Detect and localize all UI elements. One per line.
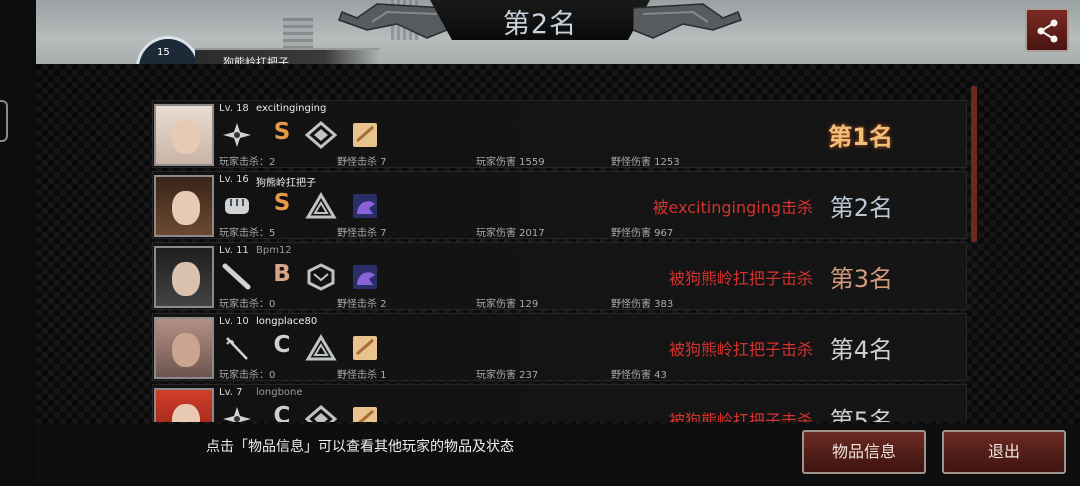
monster-kills: 野怪击杀 7: [337, 157, 387, 168]
player-kills: 玩家击杀：2: [219, 157, 276, 168]
shuriken-icon: [221, 405, 253, 422]
killed-by-text: 被狗熊岭扛把子击杀: [668, 340, 813, 359]
rank-label: 第3名: [829, 265, 893, 293]
player-level: Lv. 16: [219, 174, 249, 185]
monster-damage: 野怪伤害 383: [611, 299, 674, 310]
item-info-button[interactable]: 物品信息: [802, 430, 926, 474]
player-level: Lv. 10: [219, 316, 249, 327]
player-portrait: [154, 246, 214, 308]
player-level: Lv. 11: [219, 245, 249, 256]
killed-by-text: 被狗熊岭扛把子击杀: [668, 411, 813, 422]
gun-wing-right-icon: [632, 0, 743, 48]
share-icon: [1037, 19, 1058, 43]
emblem-triangle-icon: [305, 192, 337, 220]
player-level: Lv. 7: [219, 387, 243, 398]
emblem-diamond-icon: [304, 405, 338, 422]
rank-label: 第4名: [829, 336, 893, 364]
player-kills: 玩家击杀：0: [219, 370, 276, 381]
page-title: 第2名: [502, 9, 578, 40]
grade-letter: C: [273, 332, 291, 358]
player-damage: 玩家伤害 2017: [476, 228, 545, 239]
player-portrait: [154, 388, 214, 422]
rank-title-banner: 第2名: [338, 0, 742, 48]
purple-beast-item-icon: [349, 192, 381, 220]
player-row[interactable]: Lv. 10 longplace80 C 玩家击杀：0 野怪击杀 1 玩家伤害 …: [152, 313, 967, 381]
player-name: Bpm12: [256, 245, 292, 256]
monster-kills: 野怪击杀 7: [337, 228, 387, 239]
shuriken-icon: [221, 121, 253, 149]
emblem-diamond-icon: [304, 121, 338, 149]
player-portrait: [154, 175, 214, 237]
player-damage: 玩家伤害 129: [476, 299, 539, 310]
hint-text: 点击「物品信息」可以查看其他玩家的物品及状态: [206, 439, 514, 455]
rank-label: 第5名: [829, 407, 893, 422]
scroll-item-icon: [349, 334, 381, 362]
emblem-hexagon-icon: [305, 263, 337, 291]
emblem-triangle-icon: [305, 334, 337, 362]
fist-icon: [221, 192, 253, 220]
grade-letter: C: [273, 403, 291, 422]
bat-icon: [221, 263, 253, 291]
killed-by-text: 被狗熊岭扛把子击杀: [668, 269, 813, 288]
player-ranking-list[interactable]: Lv. 18 excitinginging S 玩家击杀：2 野怪击杀 7 玩家…: [152, 100, 967, 422]
monster-damage: 野怪伤害 1253: [611, 157, 680, 168]
monster-damage: 野怪伤害 43: [611, 370, 667, 381]
monster-damage: 野怪伤害 967: [611, 228, 674, 239]
player-portrait: [154, 104, 214, 166]
player-name: longbone: [256, 387, 303, 398]
share-button[interactable]: [1025, 8, 1069, 52]
killed-by-text: 被excitinginging击杀: [652, 198, 814, 217]
rank-label: 第2名: [829, 194, 893, 222]
player-row[interactable]: Lv. 7 longbone C 被狗熊岭扛把子击杀 第5名: [152, 384, 967, 422]
player-row[interactable]: Lv. 18 excitinginging S 玩家击杀：2 野怪击杀 7 玩家…: [152, 100, 967, 168]
player-level-badge: 15: [157, 47, 170, 58]
player-damage: 玩家伤害 1559: [476, 157, 545, 168]
player-level: Lv. 18: [219, 103, 249, 114]
player-kills: 玩家击杀：0: [219, 299, 276, 310]
list-scrollbar[interactable]: [971, 86, 977, 242]
player-name: longplace80: [256, 316, 318, 327]
monster-kills: 野怪击杀 1: [337, 370, 387, 381]
grade-letter: S: [273, 190, 291, 216]
grade-letter: S: [273, 119, 291, 145]
side-drawer-handle[interactable]: [0, 100, 8, 142]
purple-beast-item-icon: [349, 263, 381, 291]
rank-label: 第1名: [828, 123, 893, 151]
scroll-item-icon: [349, 405, 381, 422]
monster-kills: 野怪击杀 2: [337, 299, 387, 310]
player-portrait: [154, 317, 214, 379]
rapier-icon: [221, 334, 253, 362]
player-row[interactable]: Lv. 16 狗熊岭扛把子 S 玩家击杀：5 野怪击杀 7 玩家伤害 2017 …: [152, 171, 967, 239]
scroll-item-icon: [349, 121, 381, 149]
grade-letter: B: [273, 261, 291, 287]
player-damage: 玩家伤害 237: [476, 370, 539, 381]
player-kills: 玩家击杀：5: [219, 228, 276, 239]
player-name: excitinginging: [256, 103, 327, 114]
exit-button[interactable]: 退出: [942, 430, 1066, 474]
player-name: 狗熊岭扛把子: [256, 178, 316, 189]
player-row[interactable]: Lv. 11 Bpm12 B 玩家击杀：0 野怪击杀 2 玩家伤害 129 野怪…: [152, 242, 967, 310]
